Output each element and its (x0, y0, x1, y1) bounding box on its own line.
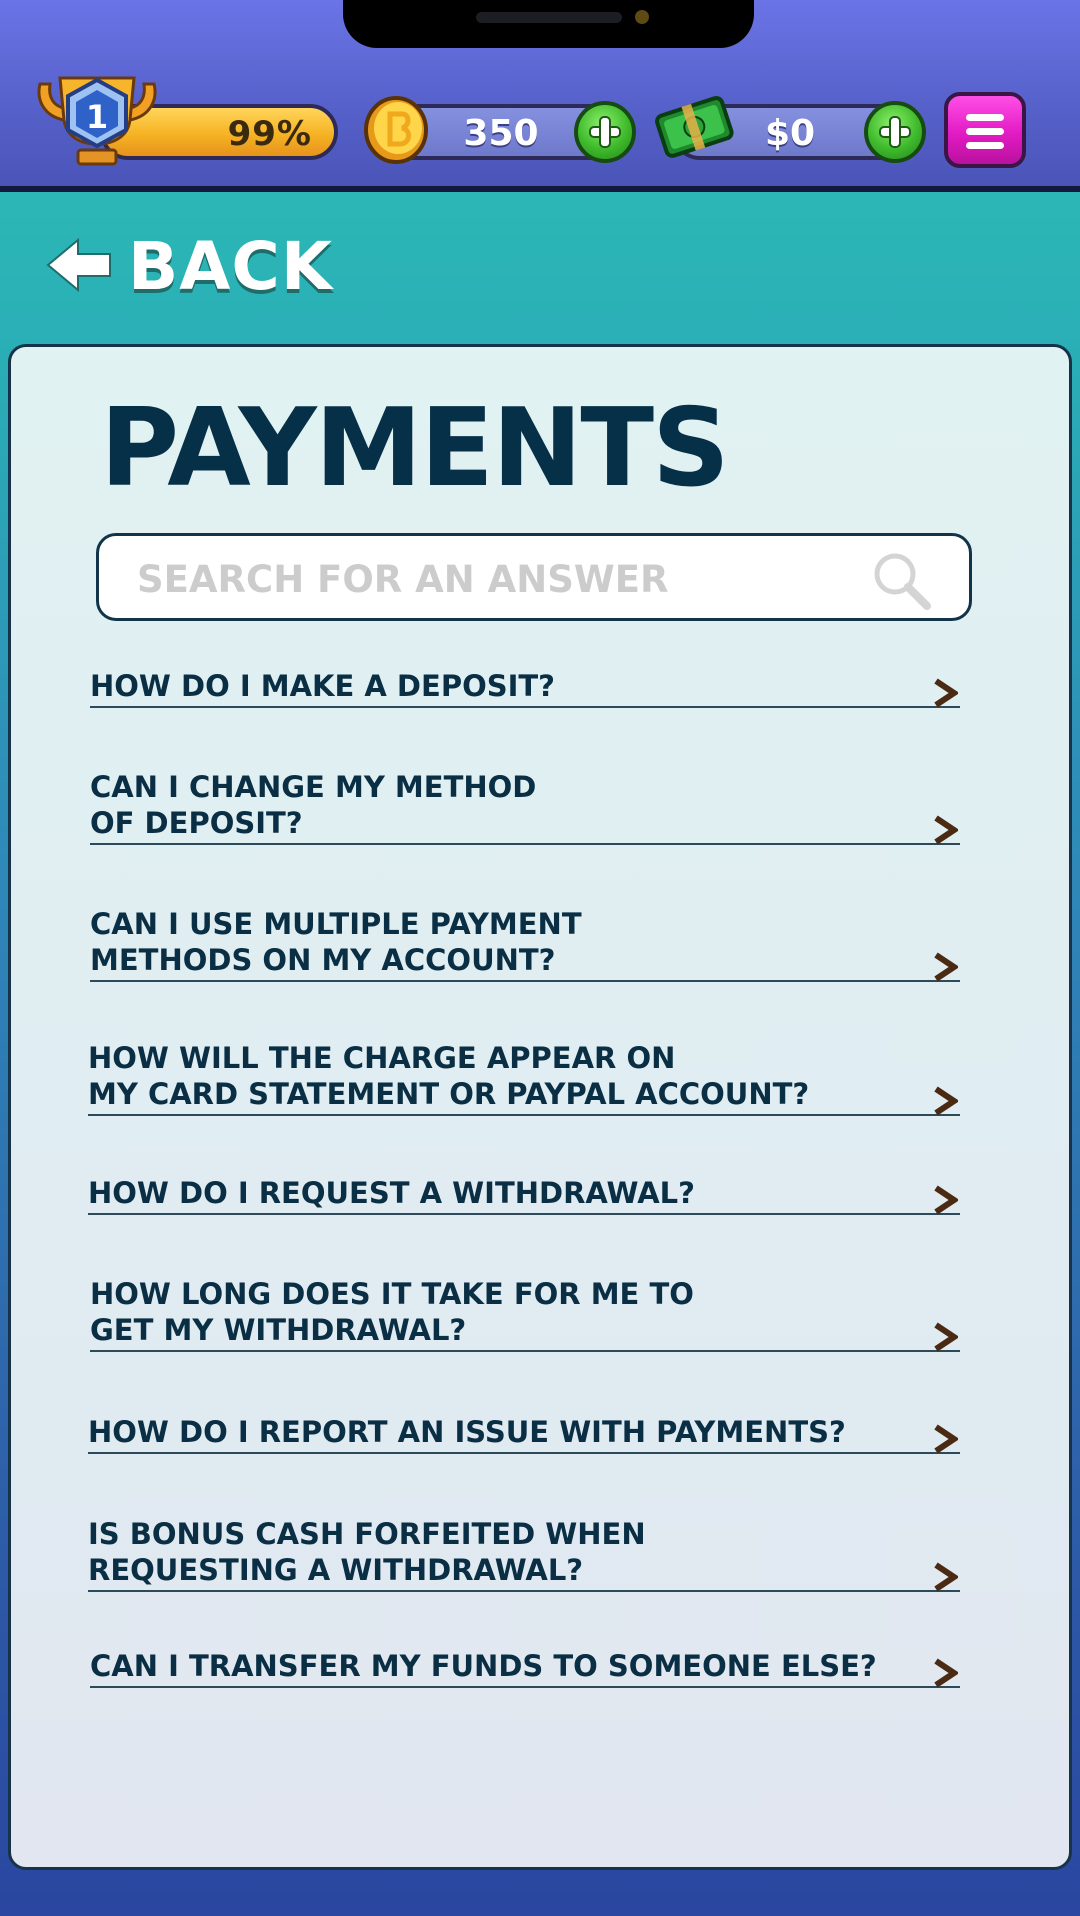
device-notch (343, 0, 754, 48)
search-input[interactable] (137, 554, 857, 604)
faq-item[interactable]: HOW WILL THE CHARGE APPEAR ON MY CARD ST… (88, 1040, 960, 1116)
faq-item[interactable]: CAN I USE MULTIPLE PAYMENT METHODS ON MY… (90, 906, 960, 982)
level-number: 1 (86, 98, 108, 136)
faq-question: CAN I USE MULTIPLE PAYMENT METHODS ON MY… (90, 907, 582, 977)
add-cash-button[interactable] (864, 101, 926, 163)
chevron-right-icon (934, 1086, 958, 1116)
faq-question: CAN I CHANGE MY METHOD OF DEPOSIT? (90, 770, 537, 840)
faq-item[interactable]: HOW LONG DOES IT TAKE FOR ME TO GET MY W… (90, 1276, 960, 1352)
faq-question: HOW DO I MAKE A DEPOSIT? (90, 669, 556, 703)
faq-question: IS BONUS CASH FORFEITED WHEN REQUESTING … (88, 1517, 646, 1587)
chevron-right-icon (934, 952, 958, 982)
notch-camera (635, 10, 649, 24)
chevron-right-icon (934, 678, 958, 708)
faq-question: HOW DO I REPORT AN ISSUE WITH PAYMENTS? (88, 1415, 846, 1449)
trophy-icon[interactable]: 1 (34, 70, 160, 170)
top-bar: 99% 1 350 $0 (0, 0, 1080, 192)
chevron-right-icon (934, 815, 958, 845)
faq-question: HOW LONG DOES IT TAKE FOR ME TO GET MY W… (90, 1277, 694, 1347)
page-title: PAYMENTS (100, 386, 730, 511)
faq-item[interactable]: HOW DO I REQUEST A WITHDRAWAL? (88, 1175, 960, 1215)
menu-button[interactable] (944, 92, 1026, 168)
level-progress-text: 99% (227, 114, 312, 154)
search-box[interactable] (96, 533, 972, 621)
chevron-right-icon (934, 1322, 958, 1352)
back-button[interactable]: BACK (44, 228, 332, 305)
back-label: BACK (128, 228, 333, 305)
faq-question: HOW WILL THE CHARGE APPEAR ON MY CARD ST… (88, 1041, 810, 1111)
cash-icon (655, 96, 734, 158)
faq-item[interactable]: IS BONUS CASH FORFEITED WHEN REQUESTING … (88, 1516, 960, 1592)
chevron-right-icon (934, 1562, 958, 1592)
notch-speaker (476, 12, 622, 23)
add-coins-button[interactable] (574, 101, 636, 163)
faq-item[interactable]: HOW DO I MAKE A DEPOSIT? (90, 668, 960, 708)
faq-item[interactable]: HOW DO I REPORT AN ISSUE WITH PAYMENTS? (88, 1414, 960, 1454)
back-arrow-icon (46, 237, 111, 293)
menu-icon (966, 114, 1004, 121)
chevron-right-icon (934, 1658, 958, 1688)
search-icon[interactable] (871, 550, 933, 612)
coin-icon (364, 96, 428, 164)
faq-item[interactable]: CAN I CHANGE MY METHOD OF DEPOSIT? (90, 769, 960, 845)
chevron-right-icon (934, 1424, 958, 1454)
faq-item[interactable]: CAN I TRANSFER MY FUNDS TO SOMEONE ELSE? (90, 1648, 960, 1688)
menu-icon-bar (966, 142, 1004, 149)
faq-question: HOW DO I REQUEST A WITHDRAWAL? (88, 1176, 695, 1210)
menu-icon-bar (966, 128, 1004, 135)
faq-question: CAN I TRANSFER MY FUNDS TO SOMEONE ELSE? (90, 1649, 877, 1683)
chevron-right-icon (934, 1185, 958, 1215)
